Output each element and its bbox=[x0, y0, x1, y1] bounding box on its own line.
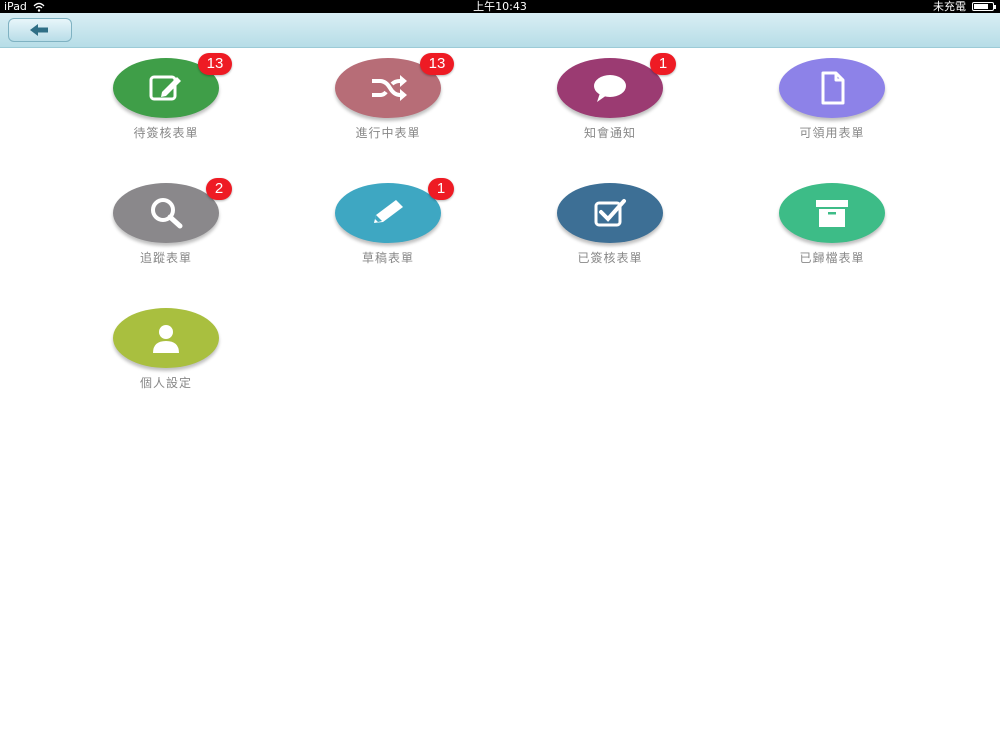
tile-label: 可領用表單 bbox=[799, 126, 865, 140]
pencil-icon bbox=[374, 200, 403, 223]
tile-available-forms[interactable]: 可領用表單 bbox=[757, 58, 907, 158]
magnifier-icon bbox=[151, 198, 183, 229]
archive-box-icon bbox=[816, 200, 848, 227]
tile-drafts[interactable]: 1 草稿表單 bbox=[313, 178, 463, 283]
badge-count: 13 bbox=[420, 53, 454, 75]
tile-icon-circle bbox=[779, 58, 885, 118]
menu-grid: 13 待簽核表單 13 進行中表單 1 知會通知 可領用表單 2 追蹤表單 1 … bbox=[0, 0, 1000, 750]
tile-label: 待簽核表單 bbox=[133, 126, 199, 140]
document-icon bbox=[821, 71, 845, 105]
user-icon bbox=[153, 325, 179, 353]
tile-label: 進行中表單 bbox=[355, 126, 421, 140]
tile-in-progress[interactable]: 13 進行中表單 bbox=[313, 53, 463, 158]
checkbox-icon bbox=[594, 199, 626, 227]
badge-count: 2 bbox=[206, 178, 232, 200]
tile-icon-circle: 13 bbox=[335, 53, 454, 118]
tile-icon-circle bbox=[779, 183, 885, 243]
shuffle-icon bbox=[372, 75, 407, 101]
tile-pending-approval[interactable]: 13 待簽核表單 bbox=[91, 53, 241, 158]
badge-count: 13 bbox=[198, 53, 232, 75]
tile-approved[interactable]: 已簽核表單 bbox=[535, 183, 685, 283]
tile-icon-circle: 1 bbox=[335, 178, 454, 243]
chat-bubble-icon bbox=[594, 75, 626, 102]
tile-personal-settings[interactable]: 個人設定 bbox=[91, 308, 241, 408]
badge-count: 1 bbox=[428, 178, 454, 200]
tile-label: 個人設定 bbox=[139, 376, 192, 390]
tile-label: 草稿表單 bbox=[361, 251, 414, 265]
tile-notifications[interactable]: 1 知會通知 bbox=[535, 53, 685, 158]
edit-note-icon bbox=[149, 75, 181, 101]
tile-archived[interactable]: 已歸檔表單 bbox=[757, 183, 907, 283]
tile-icon-circle: 1 bbox=[557, 53, 676, 118]
tile-label: 已簽核表單 bbox=[577, 251, 643, 265]
tile-label: 知會通知 bbox=[583, 126, 636, 140]
tile-label: 追蹤表單 bbox=[139, 251, 192, 265]
tile-icon-circle: 2 bbox=[113, 178, 232, 243]
badge-count: 1 bbox=[650, 53, 676, 75]
tile-icon-circle bbox=[113, 308, 219, 368]
tile-tracking[interactable]: 2 追蹤表單 bbox=[91, 178, 241, 283]
tile-icon-circle bbox=[557, 183, 663, 243]
tile-icon-circle: 13 bbox=[113, 53, 232, 118]
tile-label: 已歸檔表單 bbox=[799, 251, 865, 265]
